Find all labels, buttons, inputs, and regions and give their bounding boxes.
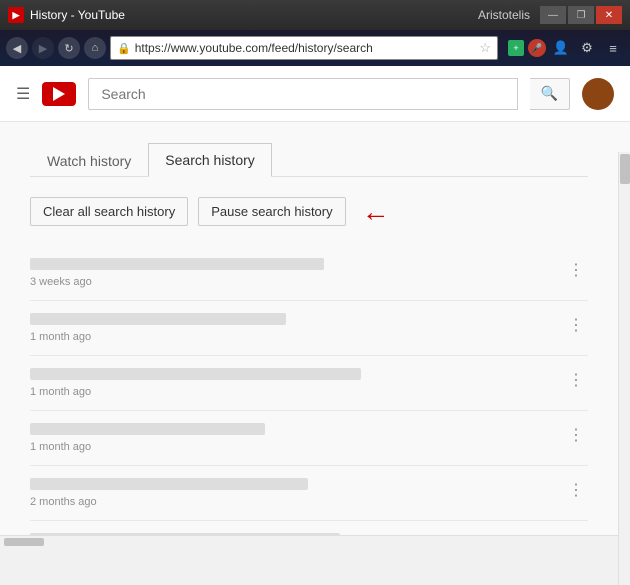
address-bar[interactable]: 🔒 https://www.youtube.com/feed/history/s…	[110, 36, 498, 60]
list-item: 1 month ago ⋮	[30, 301, 588, 356]
home-button[interactable]: ⌂	[84, 37, 106, 59]
history-item-content: 1 month ago	[30, 313, 564, 343]
search-input[interactable]	[88, 78, 518, 110]
minimize-button[interactable]: —	[540, 6, 566, 24]
history-item-menu[interactable]: ⋮	[564, 315, 588, 335]
reload-button[interactable]: ↻	[58, 37, 80, 59]
history-time: 1 month ago	[30, 441, 564, 453]
history-item-menu[interactable]: ⋮	[564, 370, 588, 390]
history-item-menu[interactable]: ⋮	[564, 260, 588, 280]
hamburger-icon[interactable]: ☰	[16, 84, 30, 104]
extension-button[interactable]: +	[508, 40, 524, 56]
settings-icon[interactable]: ⚙	[576, 37, 598, 59]
history-item-content: 3 weeks ago	[30, 258, 564, 288]
search-button[interactable]: 🔍	[530, 78, 570, 110]
back-button[interactable]: ◀	[6, 37, 28, 59]
clear-history-button[interactable]: Clear all search history	[30, 197, 188, 226]
history-item-content: 1 month ago	[30, 423, 564, 453]
list-item: 2 months ago ⋮	[30, 466, 588, 521]
url-text: https://www.youtube.com/feed/history/sea…	[135, 41, 476, 55]
nav-bar: ◀ ▶ ↻ ⌂ 🔒 https://www.youtube.com/feed/h…	[0, 30, 630, 66]
forward-button[interactable]: ▶	[32, 37, 54, 59]
pause-history-button[interactable]: Pause search history	[198, 197, 345, 226]
title-bar-controls: Aristotelis — ❐ ✕	[478, 6, 622, 24]
history-title-placeholder	[30, 533, 340, 535]
user-label: Aristotelis	[478, 8, 530, 22]
history-title-placeholder	[30, 478, 308, 490]
history-list: 3 weeks ago ⋮ 1 month ago ⋮ 1 month ago …	[30, 246, 588, 535]
youtube-header: ☰ 🔍	[0, 66, 630, 122]
nav-right-controls: + 🎤 👤 ⚙ ≡	[508, 37, 624, 59]
menu-icon[interactable]: ≡	[602, 37, 624, 59]
arrow-indicator: ←	[362, 198, 390, 226]
history-time: 2 months ago	[30, 496, 564, 508]
avatar[interactable]	[582, 78, 614, 110]
history-title-placeholder	[30, 423, 265, 435]
history-item-content: 2 months ago	[30, 533, 564, 535]
history-item-content: 2 months ago	[30, 478, 564, 508]
restore-button[interactable]: ❐	[568, 6, 594, 24]
lock-icon: 🔒	[117, 42, 131, 55]
history-title-placeholder	[30, 313, 286, 325]
title-bar: ▶ History - YouTube Aristotelis — ❐ ✕	[0, 0, 630, 30]
profile-icon-nav[interactable]: 👤	[550, 37, 572, 59]
mic-button[interactable]: 🎤	[528, 39, 546, 57]
tabs-container: Watch history Search history	[30, 142, 588, 177]
main-content: Watch history Search history Clear all s…	[0, 122, 630, 535]
list-item: 1 month ago ⋮	[30, 411, 588, 466]
bottom-scrollbar[interactable]	[0, 535, 630, 547]
youtube-logo[interactable]	[42, 82, 76, 106]
list-item: 1 month ago ⋮	[30, 356, 588, 411]
yt-play-icon	[53, 87, 65, 101]
history-title-placeholder	[30, 258, 324, 270]
yt-logo-icon	[42, 82, 76, 106]
history-time: 1 month ago	[30, 386, 564, 398]
action-row: Clear all search history Pause search hi…	[30, 197, 588, 226]
history-title-placeholder	[30, 368, 361, 380]
list-item: 2 months ago ⋮	[30, 521, 588, 535]
search-icon: 🔍	[541, 85, 558, 102]
tab-watch-history[interactable]: Watch history	[30, 143, 148, 177]
favicon-icon: ▶	[8, 7, 24, 23]
main-wrapper: Watch history Search history Clear all s…	[0, 122, 630, 535]
scrollbar-thumb[interactable]	[620, 154, 630, 184]
history-time: 1 month ago	[30, 331, 564, 343]
bookmark-icon: ☆	[479, 40, 491, 56]
history-item-content: 1 month ago	[30, 368, 564, 398]
history-item-menu[interactable]: ⋮	[564, 425, 588, 445]
history-item-menu[interactable]: ⋮	[564, 480, 588, 500]
history-time: 3 weeks ago	[30, 276, 564, 288]
bottom-scrollbar-thumb[interactable]	[4, 538, 44, 546]
list-item: 3 weeks ago ⋮	[30, 246, 588, 301]
page-title: History - YouTube	[30, 8, 478, 22]
tab-search-history[interactable]: Search history	[148, 143, 271, 177]
scrollbar-track[interactable]	[618, 152, 630, 585]
close-button[interactable]: ✕	[596, 6, 622, 24]
